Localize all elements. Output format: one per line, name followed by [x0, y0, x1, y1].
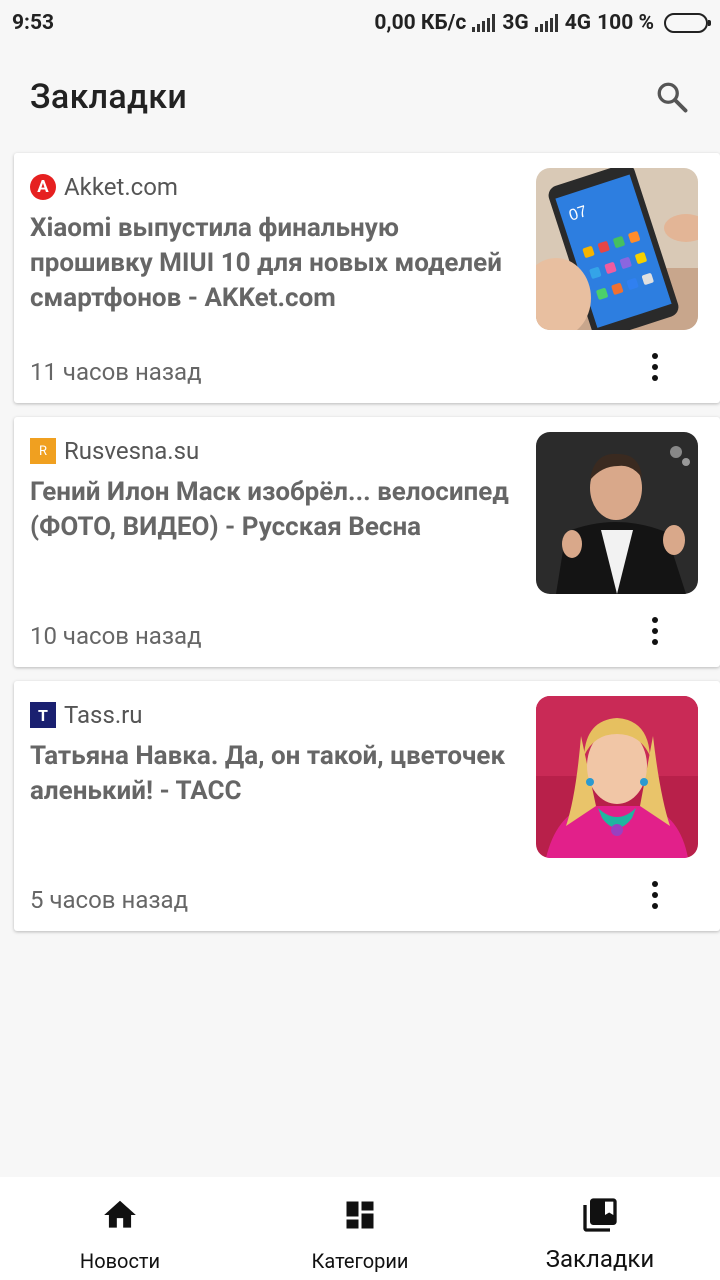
article-source: A Akket.com	[30, 173, 178, 201]
battery-icon	[664, 13, 711, 33]
more-options-button[interactable]	[640, 350, 670, 384]
bookmarks-icon	[580, 1195, 620, 1235]
article-card[interactable]: Т Tass.ru Татьяна Навка. Да, он такой, ц…	[14, 681, 720, 931]
network-speed: 0,00 КБ/с	[374, 11, 467, 35]
home-icon	[100, 1195, 140, 1235]
akket-logo-icon: A	[30, 174, 56, 200]
source-name: Akket.com	[64, 173, 178, 201]
more-vert-icon	[652, 881, 658, 887]
tass-logo-icon: Т	[30, 702, 56, 728]
article-thumbnail[interactable]	[536, 432, 698, 594]
nav-label-categories: Категории	[311, 1249, 409, 1273]
status-bar: 9:53 0,00 КБ/с 3G 4G 100 %	[0, 0, 720, 46]
search-button[interactable]	[648, 73, 696, 121]
article-time: 5 часов назад	[30, 886, 189, 914]
rusvesna-logo-icon: R	[30, 438, 56, 464]
more-options-button[interactable]	[640, 878, 670, 912]
status-indicators: 0,00 КБ/с 3G 4G 100 %	[374, 11, 711, 35]
more-vert-icon	[652, 617, 658, 623]
article-thumbnail[interactable]: 07	[536, 168, 698, 330]
article-time: 11 часов назад	[30, 358, 202, 386]
article-headline[interactable]: Гений Илон Маск изобрёл... велосипед (ФО…	[30, 475, 510, 545]
network-type-1: 3G	[502, 11, 529, 35]
more-vert-icon	[652, 353, 658, 359]
article-source: R Rusvesna.su	[30, 437, 199, 465]
nav-categories[interactable]: Категории	[240, 1177, 480, 1280]
article-source: Т Tass.ru	[30, 701, 143, 729]
article-headline[interactable]: Xiaomi выпустила финальную прошивку MIUI…	[30, 211, 510, 316]
article-headline[interactable]: Татьяна Навка. Да, он такой, цветочек ал…	[30, 739, 510, 809]
bottom-navigation: Новости Категории Закладки	[0, 1177, 720, 1280]
app-bar: Закладки	[0, 46, 720, 148]
article-card[interactable]: R Rusvesna.su Гений Илон Маск изобрёл...…	[14, 417, 720, 667]
signal-icon	[534, 14, 559, 32]
article-thumbnail[interactable]	[536, 696, 698, 858]
nav-label-news: Новости	[79, 1249, 161, 1273]
nav-news[interactable]: Новости	[0, 1177, 240, 1280]
source-name: Tass.ru	[64, 701, 143, 729]
network-type-2: 4G	[564, 11, 592, 35]
dashboard-icon	[340, 1195, 380, 1235]
page-title: Закладки	[30, 77, 188, 117]
bookmarks-list: A Akket.com Xiaomi выпустила финальную п…	[14, 153, 720, 945]
nav-label-bookmarks: Закладки	[545, 1245, 655, 1273]
article-card[interactable]: A Akket.com Xiaomi выпустила финальную п…	[14, 153, 720, 403]
battery-percent: 100 %	[597, 11, 654, 35]
search-icon	[657, 82, 688, 113]
article-time: 10 часов назад	[30, 622, 202, 650]
nav-bookmarks[interactable]: Закладки	[480, 1177, 720, 1280]
signal-icon	[472, 14, 496, 32]
more-options-button[interactable]	[640, 614, 670, 648]
source-name: Rusvesna.su	[64, 437, 200, 465]
status-time: 9:53	[12, 11, 55, 35]
